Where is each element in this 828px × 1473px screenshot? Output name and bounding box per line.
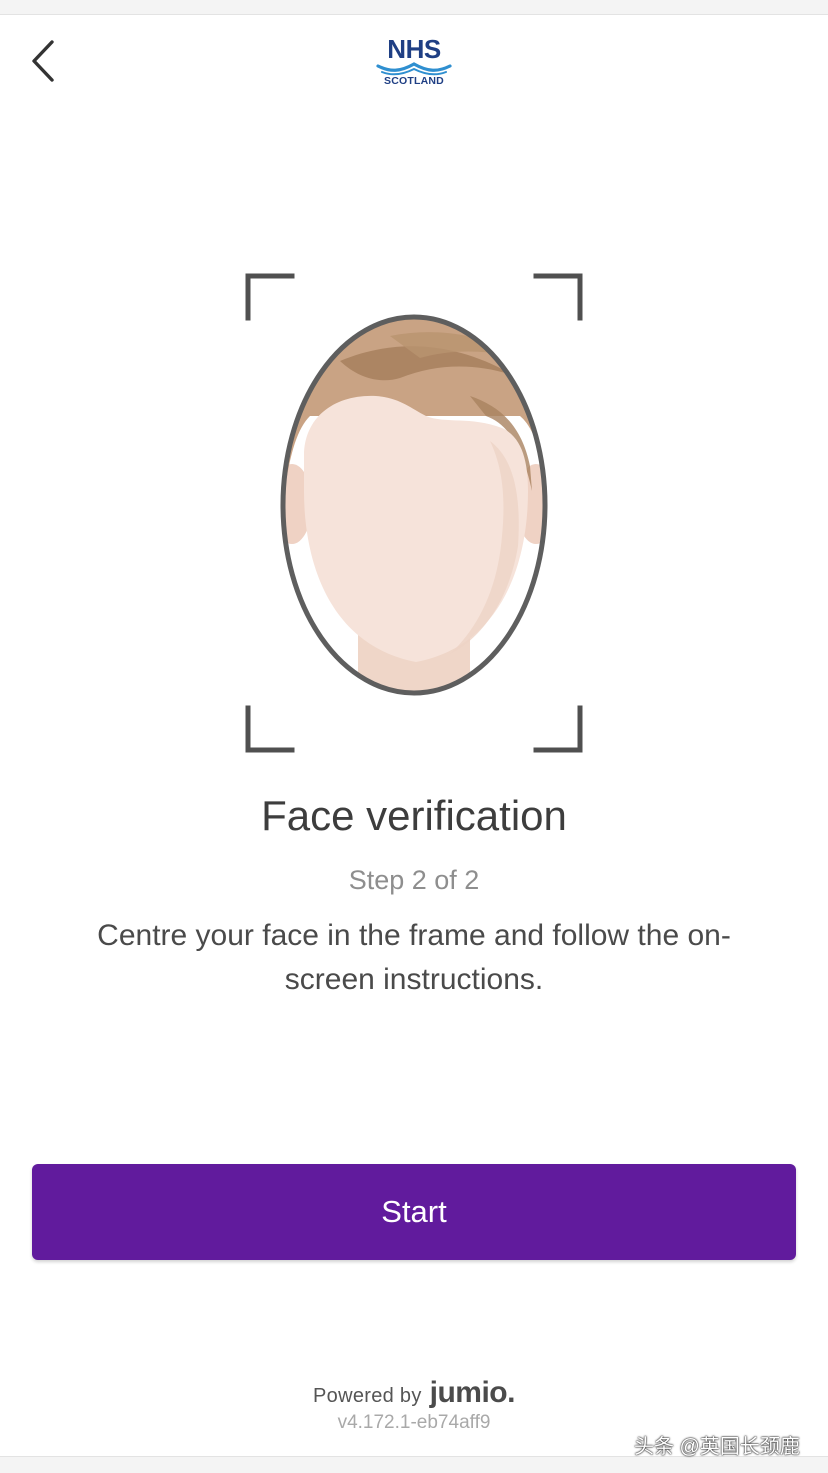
nhs-scotland-logo: NHS SCOTLAND: [372, 34, 456, 94]
status-bar-strip: [0, 0, 828, 15]
face-oval-frame-icon: [245, 273, 583, 753]
step-indicator: Step 2 of 2: [348, 865, 480, 895]
jumio-logo: jumio.: [429, 1376, 516, 1409]
instructions-text: Centre your face in the frame and follow…: [97, 919, 731, 996]
logo-scotland-text: SCOTLAND: [384, 75, 444, 87]
face-verification-screen: NHS SCOTLAND Face verification Step 2 of…: [0, 0, 828, 1473]
chevron-left-icon: [32, 40, 54, 82]
watermark-text: 头条 @英国长颈鹿: [634, 1436, 800, 1458]
powered-by-label: Powered by: [313, 1385, 422, 1407]
start-button[interactable]: Start: [32, 1164, 796, 1260]
back-button[interactable]: [18, 34, 68, 88]
page-title: Face verification: [261, 792, 567, 839]
powered-by: Powered by jumio.: [0, 1376, 828, 1410]
